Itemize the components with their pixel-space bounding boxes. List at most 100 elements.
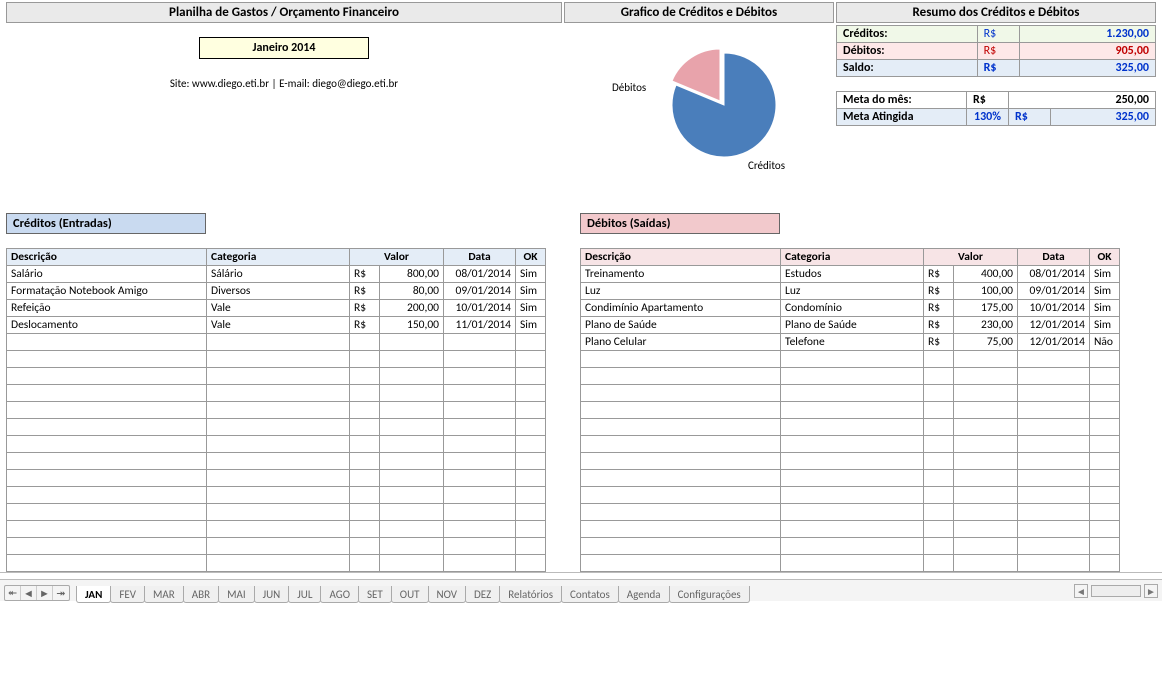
cell-data[interactable]: 10/01/2014	[1018, 300, 1090, 317]
cell-descricao[interactable]: Refeição	[7, 300, 207, 317]
cell-categoria[interactable]: Sálário	[207, 266, 350, 283]
table-row[interactable]	[7, 504, 546, 521]
sheet-tab-out[interactable]: OUT	[391, 586, 429, 603]
table-row[interactable]	[7, 453, 546, 470]
cell-categoria[interactable]: Plano de Saúde	[781, 317, 924, 334]
tab-nav-next-icon[interactable]: ►	[37, 586, 53, 600]
table-row[interactable]	[7, 385, 546, 402]
table-row[interactable]: SalárioSálárioR$800,0008/01/2014Sim	[7, 266, 546, 283]
cell-valor[interactable]: 100,00	[954, 283, 1018, 300]
cell-data[interactable]: 12/01/2014	[1018, 317, 1090, 334]
cell-currency[interactable]: R$	[924, 300, 954, 317]
cell-descricao[interactable]: Treinamento	[581, 266, 781, 283]
table-row[interactable]	[7, 521, 546, 538]
cell-currency[interactable]: R$	[350, 283, 380, 300]
cell-descricao[interactable]: Salário	[7, 266, 207, 283]
table-row[interactable]	[7, 419, 546, 436]
table-row[interactable]	[581, 470, 1120, 487]
sheet-tab-mai[interactable]: MAI	[218, 586, 255, 603]
cell-ok[interactable]: Sim	[1090, 317, 1120, 334]
cell-valor[interactable]: 175,00	[954, 300, 1018, 317]
cell-data[interactable]: 11/01/2014	[444, 317, 516, 334]
cell-valor[interactable]: 80,00	[380, 283, 444, 300]
table-row[interactable]	[581, 504, 1120, 521]
table-row[interactable]: Formatação Notebook AmigoDiversosR$80,00…	[7, 283, 546, 300]
cell-valor[interactable]: 200,00	[380, 300, 444, 317]
cell-categoria[interactable]: Telefone	[781, 334, 924, 351]
table-row[interactable]	[7, 351, 546, 368]
sheet-tab-agenda[interactable]: Agenda	[618, 586, 670, 603]
cell-currency[interactable]: R$	[924, 317, 954, 334]
hscroll-track[interactable]	[1091, 585, 1141, 597]
cell-categoria[interactable]: Diversos	[207, 283, 350, 300]
table-row[interactable]	[7, 402, 546, 419]
table-row[interactable]	[581, 368, 1120, 385]
sheet-tab-relatórios[interactable]: Relatórios	[499, 586, 562, 603]
cell-data[interactable]: 08/01/2014	[1018, 266, 1090, 283]
cell-valor[interactable]: 75,00	[954, 334, 1018, 351]
cell-ok[interactable]: Sim	[516, 317, 546, 334]
table-row[interactable]	[581, 521, 1120, 538]
table-row[interactable]	[581, 419, 1120, 436]
sheet-tab-contatos[interactable]: Contatos	[561, 586, 619, 603]
cell-descricao[interactable]: Deslocamento	[7, 317, 207, 334]
cell-currency[interactable]: R$	[924, 283, 954, 300]
table-row[interactable]	[581, 402, 1120, 419]
table-row[interactable]	[7, 555, 546, 572]
cell-currency[interactable]: R$	[924, 334, 954, 351]
credits-table[interactable]: Descrição Categoria Valor Data OK Salári…	[6, 248, 546, 572]
cell-ok[interactable]: Não	[1090, 334, 1120, 351]
cell-descricao[interactable]: Luz	[581, 283, 781, 300]
table-row[interactable]: Condimínio ApartamentoCondomínioR$175,00…	[581, 300, 1120, 317]
cell-valor[interactable]: 800,00	[380, 266, 444, 283]
cell-categoria[interactable]: Luz	[781, 283, 924, 300]
table-row[interactable]: RefeiçãoValeR$200,0010/01/2014Sim	[7, 300, 546, 317]
cell-currency[interactable]: R$	[350, 300, 380, 317]
table-row[interactable]: TreinamentoEstudosR$400,0008/01/2014Sim	[581, 266, 1120, 283]
tab-nav-first-icon[interactable]: ⯬	[5, 586, 21, 600]
table-row[interactable]	[581, 453, 1120, 470]
sheet-tab-jul[interactable]: JUL	[288, 586, 321, 603]
cell-descricao[interactable]: Formatação Notebook Amigo	[7, 283, 207, 300]
sheet-tab-nov[interactable]: NOV	[428, 586, 467, 603]
table-row[interactable]	[581, 555, 1120, 572]
cell-descricao[interactable]: Plano Celular	[581, 334, 781, 351]
table-row[interactable]	[7, 436, 546, 453]
tab-nav[interactable]: ⯬ ◄ ► ⯮	[4, 585, 70, 601]
table-row[interactable]: LuzLuzR$100,0009/01/2014Sim	[581, 283, 1120, 300]
sheet-tab-configurações[interactable]: Configurações	[669, 586, 750, 603]
table-row[interactable]	[581, 385, 1120, 402]
cell-ok[interactable]: Sim	[516, 266, 546, 283]
cell-ok[interactable]: Sim	[516, 300, 546, 317]
cell-data[interactable]: 09/01/2014	[444, 283, 516, 300]
hscroll-left-icon[interactable]: ◄	[1074, 584, 1088, 598]
cell-descricao[interactable]: Condimínio Apartamento	[581, 300, 781, 317]
table-row[interactable]	[7, 538, 546, 555]
cell-ok[interactable]: Sim	[516, 283, 546, 300]
sheet-tab-mar[interactable]: MAR	[144, 586, 184, 603]
table-row[interactable]	[7, 368, 546, 385]
sheet-tab-jan[interactable]: JAN	[76, 586, 111, 603]
cell-valor[interactable]: 150,00	[380, 317, 444, 334]
cell-data[interactable]: 10/01/2014	[444, 300, 516, 317]
cell-categoria[interactable]: Condomínio	[781, 300, 924, 317]
table-row[interactable]	[7, 487, 546, 504]
sheet-tab-fev[interactable]: FEV	[110, 586, 145, 603]
cell-valor[interactable]: 400,00	[954, 266, 1018, 283]
cell-data[interactable]: 08/01/2014	[444, 266, 516, 283]
tab-nav-last-icon[interactable]: ⯮	[53, 586, 69, 600]
cell-data[interactable]: 12/01/2014	[1018, 334, 1090, 351]
cell-categoria[interactable]: Vale	[207, 300, 350, 317]
cell-currency[interactable]: R$	[924, 266, 954, 283]
sheet-tab-jun[interactable]: JUN	[254, 586, 290, 603]
sheet-tab-set[interactable]: SET	[358, 586, 392, 603]
table-row[interactable]: Plano CelularTelefoneR$75,0012/01/2014Nã…	[581, 334, 1120, 351]
cell-currency[interactable]: R$	[350, 317, 380, 334]
cell-valor[interactable]: 230,00	[954, 317, 1018, 334]
table-row[interactable]: Plano de SaúdePlano de SaúdeR$230,0012/0…	[581, 317, 1120, 334]
table-row[interactable]	[7, 470, 546, 487]
table-row[interactable]	[581, 436, 1120, 453]
cell-categoria[interactable]: Estudos	[781, 266, 924, 283]
table-row[interactable]	[581, 538, 1120, 555]
cell-ok[interactable]: Sim	[1090, 266, 1120, 283]
